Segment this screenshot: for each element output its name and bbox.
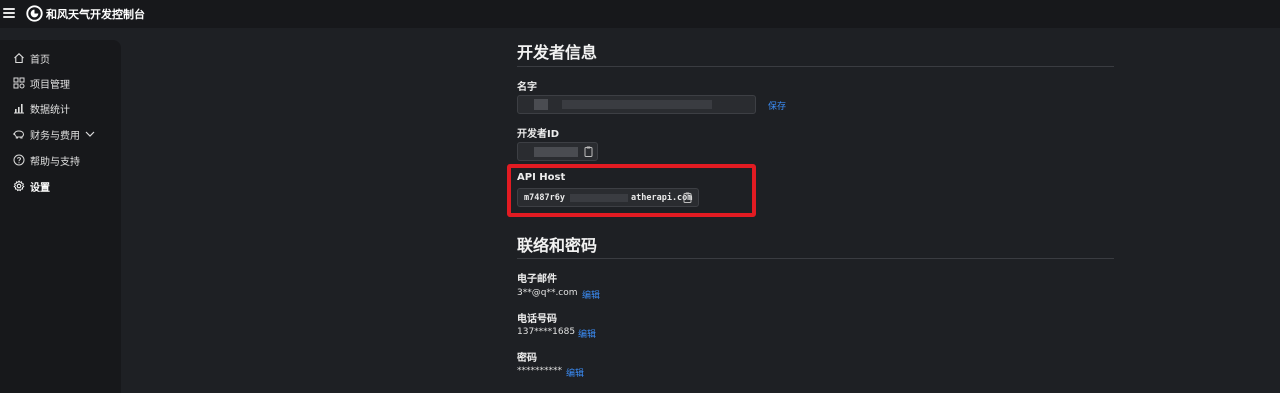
bar-chart-icon [14, 104, 24, 114]
gear-icon [13, 180, 25, 192]
piggy-bank-icon [13, 130, 25, 139]
contact-title: 联络和密码 [517, 236, 598, 255]
sidebar-item-label: 设置 [30, 182, 50, 194]
section-divider [517, 66, 1114, 67]
edit-password-button[interactable]: 编辑 [566, 366, 584, 379]
sidebar-item-label: 项目管理 [30, 79, 70, 91]
home-icon [14, 53, 24, 64]
phone-label: 电话号码 [517, 314, 557, 325]
redacted-block [534, 147, 578, 157]
save-button[interactable]: 保存 [768, 99, 786, 112]
developer-id-field [517, 142, 598, 161]
sidebar-item-settings[interactable]: 设置 [13, 178, 50, 194]
redacted-block [562, 100, 712, 109]
apps-icon [13, 77, 25, 89]
sidebar-item-label: 数据统计 [30, 104, 70, 116]
sidebar-item-projects[interactable]: 项目管理 [13, 75, 70, 91]
edit-email-button[interactable]: 编辑 [582, 288, 600, 301]
section-divider [517, 258, 1114, 259]
sidebar-item-finance[interactable]: 财务与费用 [13, 126, 95, 142]
app-title: 和风天气开发控制台 [46, 8, 145, 21]
sidebar-item-help[interactable]: 帮助与支持 [13, 152, 80, 168]
sidebar: 首页 项目管理 数据统计 财务与费用 帮助与支持 设置 [0, 40, 121, 393]
developer-id-label: 开发者ID [517, 129, 560, 140]
password-value: ********** [517, 366, 562, 376]
hamburger-menu-icon[interactable] [3, 8, 15, 20]
name-input[interactable] [517, 95, 756, 114]
highlight-box [507, 164, 756, 217]
clipboard-icon[interactable] [584, 146, 593, 157]
developer-info-title: 开发者信息 [517, 43, 598, 62]
email-value: 3**@q**.com [517, 288, 578, 298]
edit-phone-button[interactable]: 编辑 [578, 327, 596, 340]
sidebar-item-statistics[interactable]: 数据统计 [13, 100, 70, 116]
top-bar: 和风天气开发控制台 [0, 0, 1280, 28]
chevron-down-icon[interactable] [85, 129, 95, 139]
sidebar-item-label: 财务与费用 [30, 130, 80, 142]
sidebar-item-label: 帮助与支持 [30, 156, 80, 168]
sidebar-item-home[interactable]: 首页 [13, 50, 50, 66]
redacted-block [534, 99, 548, 110]
sidebar-item-label: 首页 [30, 54, 50, 66]
email-label: 电子邮件 [517, 274, 557, 285]
qweather-logo-icon [26, 5, 43, 22]
name-label: 名字 [517, 82, 537, 93]
help-circle-icon [13, 154, 25, 166]
password-label: 密码 [517, 353, 537, 364]
phone-value: 137****1685 [517, 327, 576, 337]
